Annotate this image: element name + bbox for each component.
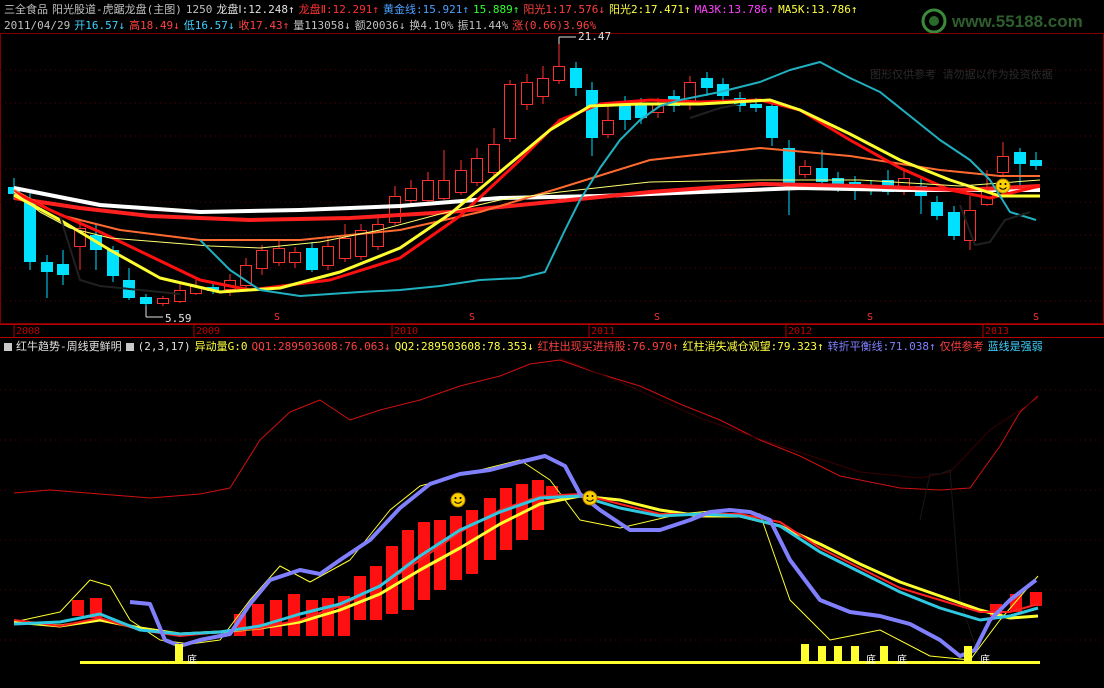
- indicator.line-item: 红牛趋势-周线更鲜明: [16, 340, 122, 353]
- ma-white-line: [13, 186, 1040, 214]
- candle-body-up: [521, 82, 533, 105]
- indicator.line-item: (2,3,17): [137, 340, 191, 353]
- low-price-label: 5.59: [165, 312, 192, 325]
- black-line: [689, 103, 741, 119]
- indicator.line-item: 仅供参考: [939, 340, 984, 353]
- bottom-signal-bar: [801, 644, 809, 662]
- faint-line: [559, 357, 1039, 479]
- indicator-red-bar: [270, 600, 282, 636]
- candle-body-down: [570, 68, 582, 88]
- candle-body-down: [140, 297, 152, 304]
- indicator.line-item: 红柱消失减仓观望:79.323↑: [682, 340, 824, 353]
- candle-body-up: [553, 66, 565, 81]
- candle-body-up: [256, 250, 268, 269]
- smiley-icon: [450, 492, 466, 508]
- candle-body-down: [24, 200, 36, 262]
- candle-body-down: [750, 104, 762, 108]
- candle-body-up: [273, 248, 285, 263]
- candle-body-up: [488, 144, 500, 173]
- year-label-2013: 2013: [985, 326, 1010, 337]
- indicator.line-item: 红柱出现买进持股:76.970↑: [537, 340, 679, 353]
- candle-body-up: [471, 158, 483, 183]
- candle-body-up: [405, 188, 417, 201]
- checkbox-icon[interactable]: [125, 343, 134, 351]
- smiley-icon-eye: [459, 497, 462, 499]
- smiley-icon-eye: [999, 183, 1002, 185]
- bottom-label: 底: [897, 655, 907, 666]
- candle-body-up: [438, 180, 450, 199]
- candle-body-down: [619, 104, 631, 120]
- dividend-marker[interactable]: S: [274, 312, 280, 323]
- smiley-icon-eye: [454, 497, 457, 499]
- candle-body-down: [1014, 152, 1026, 164]
- candle-body-down: [766, 106, 778, 138]
- candle-body-up: [389, 196, 401, 223]
- candle-body-down: [931, 202, 943, 216]
- candle-body-up: [322, 246, 334, 266]
- bottom-label: 底: [980, 655, 990, 666]
- indicator-red-bar: [322, 598, 334, 636]
- bottom-label: 底: [187, 655, 197, 666]
- candle-body-up: [997, 156, 1009, 173]
- candle-body-down: [948, 212, 960, 236]
- dividend-marker[interactable]: S: [654, 312, 660, 323]
- dividend-marker[interactable]: S: [1033, 312, 1039, 323]
- candle-body-up: [174, 290, 186, 302]
- year-label-2008: 2008: [16, 326, 41, 337]
- dividend-marker[interactable]: S: [469, 312, 475, 323]
- smiley-icon: [995, 178, 1011, 194]
- indicator-red-bar: [252, 604, 264, 636]
- bottom-signal-bar: [964, 646, 972, 662]
- candle-body-up: [602, 120, 614, 135]
- candle-body-up: [964, 210, 976, 241]
- smiley-icon-eye: [591, 495, 594, 497]
- candle-body-up: [799, 166, 811, 175]
- candle-body-up: [372, 224, 384, 247]
- trend-red-line: [13, 98, 1041, 292]
- dividend-marker[interactable]: S: [867, 312, 873, 323]
- smiley-icon: [582, 490, 598, 506]
- candle-body-down: [1030, 160, 1042, 166]
- year-label-2011: 2011: [591, 326, 616, 337]
- indicator.line-item: 蓝线是强弱: [987, 340, 1043, 353]
- bottom-signal-bar: [880, 646, 888, 662]
- bottom-signal-bar: [851, 646, 859, 662]
- indicator-baseline: [80, 661, 1040, 664]
- candle-body-up: [157, 298, 169, 304]
- indicator-red-bar: [72, 600, 84, 616]
- checkbox-icon[interactable]: [4, 343, 12, 351]
- black-spike-line: [919, 469, 1001, 663]
- candle-body-down: [306, 248, 318, 270]
- bottom-label: 底: [866, 655, 876, 666]
- year-label-2010: 2010: [394, 326, 419, 337]
- bottom-signal-bar: [818, 646, 826, 662]
- candle-body-up: [504, 84, 516, 139]
- candle-body-up: [537, 78, 549, 97]
- candle-body-down: [41, 262, 53, 272]
- candle-body-up: [289, 252, 301, 263]
- candle-body-up: [339, 238, 351, 259]
- candle-body-down: [586, 90, 598, 138]
- candle-body-up: [455, 170, 467, 193]
- indicator-header: 红牛趋势-周线更鲜明 (2,3,17) 异动量G:0 QQ1:289503608:76…: [4, 340, 1047, 354]
- trend-thin-red-line: [13, 359, 1039, 499]
- indicator.line-item: QQ2:289503608:78.353↓: [394, 340, 534, 353]
- bottom-signal-bar: [834, 646, 842, 662]
- high-price-label: 21.47: [578, 30, 612, 43]
- candle-body-down: [701, 78, 713, 88]
- candle-body-down: [57, 264, 69, 275]
- bottom-signal-bar: [175, 644, 183, 662]
- indicator.line-item: 异动量G:0: [194, 340, 248, 353]
- smiley-icon-eye: [1004, 183, 1007, 185]
- year-label-2009: 2009: [196, 326, 221, 337]
- indicator.line-item: QQ1:289503608:76.063↓: [251, 340, 391, 353]
- candle-body-up: [422, 180, 434, 201]
- indicator.line-item: 转折平衡线:71.038↑: [827, 340, 936, 353]
- smiley-icon-eye: [586, 495, 589, 497]
- year-label-2012: 2012: [788, 326, 813, 337]
